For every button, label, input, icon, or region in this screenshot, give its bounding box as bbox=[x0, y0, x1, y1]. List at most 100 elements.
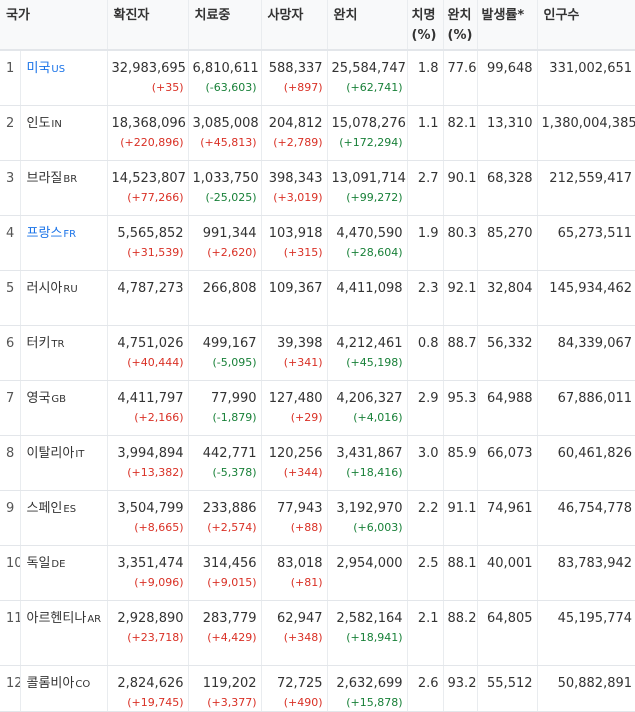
treating-delta: (+45,813) bbox=[200, 135, 257, 149]
cfr-value: 2.2 bbox=[417, 500, 439, 516]
cfr-value: 1.8 bbox=[417, 61, 439, 76]
rank-cell: 3 bbox=[0, 160, 21, 216]
treating-delta: (-63,603) bbox=[205, 81, 257, 94]
recovery-rate-cell: 92.1 bbox=[443, 270, 478, 326]
header-incidence[interactable]: 발생률* bbox=[477, 0, 538, 51]
incidence-cell: 68,328 bbox=[477, 160, 538, 216]
header-recovered[interactable]: 완치 bbox=[327, 0, 408, 51]
table-row: 12콜롬비아CO2,824,626(+19,745)119,202(+3,377… bbox=[0, 665, 635, 712]
cfr-cell: 1.1 bbox=[407, 105, 444, 161]
country-name[interactable]: 프랑스 bbox=[27, 226, 63, 241]
table-row: 9 스페인ES 3,504,799 (+8,665) 233,886 (+2,574) 77… bbox=[0, 490, 635, 546]
cfr-value: 2.5 bbox=[417, 555, 439, 571]
deaths-value: 72,725 bbox=[277, 675, 323, 691]
incidence-cell: 32,804 bbox=[477, 270, 538, 326]
population-cell: 212,559,417 bbox=[537, 160, 635, 216]
recovery-rate-cell: 95.3 bbox=[443, 380, 478, 436]
country-cell: 인도IN bbox=[20, 105, 108, 161]
recovered-delta: (+18,416) bbox=[346, 465, 403, 479]
confirmed-cell: 32,983,695 (+35) bbox=[107, 50, 189, 106]
recovered-cell: 2,632,699 (+15,878) bbox=[327, 665, 408, 712]
country-name: 독일 bbox=[26, 555, 51, 571]
header-country[interactable]: 국가 bbox=[0, 0, 108, 51]
country-name[interactable]: 미국 bbox=[27, 61, 51, 76]
rank-value: 2 bbox=[6, 115, 15, 131]
confirmed-value: 4,787,273 bbox=[117, 280, 184, 296]
population-value: 46,754,778 bbox=[557, 500, 633, 516]
country-cell: 브라질BR bbox=[20, 160, 108, 216]
recovery-rate-cell: 88.7 bbox=[443, 325, 478, 381]
country-code: RU bbox=[63, 283, 78, 295]
treating-cell: 77,990 (-1,879) bbox=[188, 380, 262, 436]
deaths-delta: (+341) bbox=[283, 355, 323, 369]
recovery-rate-cell: 85.9 bbox=[443, 435, 478, 491]
country-code: BR bbox=[63, 173, 78, 185]
population-cell: 50,882,891 bbox=[537, 665, 635, 712]
header-cfr[interactable]: 치명 (%) bbox=[407, 0, 444, 51]
treating-delta: (+2,574) bbox=[207, 520, 257, 534]
table-row: 10독일DE3,351,474(+9,096)314,456(+9,015)83… bbox=[0, 545, 635, 601]
confirmed-value: 32,983,695 bbox=[111, 61, 186, 76]
treating-value: 3,085,008 bbox=[192, 115, 259, 131]
header-population[interactable]: 인구수 bbox=[537, 0, 635, 51]
recovered-cell: 13,091,714 (+99,272) bbox=[327, 160, 408, 216]
recovery-rate-value: 82.1 bbox=[447, 115, 477, 131]
country-code: IT bbox=[75, 448, 85, 460]
deaths-delta: (+88) bbox=[290, 520, 323, 534]
treating-cell: 266,808 bbox=[188, 270, 262, 326]
confirmed-delta: (+220,896) bbox=[120, 135, 184, 149]
recovery-rate-cell: 88.1 bbox=[443, 545, 478, 601]
population-cell: 65,273,511 bbox=[537, 215, 635, 271]
cfr-cell: 2.5 bbox=[407, 545, 444, 601]
recovery-rate-cell: 93.2 bbox=[443, 665, 478, 712]
recovered-cell: 4,470,590 (+28,604) bbox=[327, 215, 408, 271]
rank-cell: 10 bbox=[0, 545, 21, 601]
recovery-rate-value: 85.9 bbox=[447, 445, 477, 461]
population-cell: 83,783,942 bbox=[537, 545, 635, 601]
recovered-delta: (+18,941) bbox=[346, 630, 403, 644]
recovery-rate-value: 92.1 bbox=[447, 280, 477, 296]
cfr-value: 1.9 bbox=[417, 225, 439, 241]
rank-value: 5 bbox=[6, 280, 15, 296]
rank-cell: 4 bbox=[0, 215, 21, 271]
country-code: DE bbox=[51, 558, 66, 570]
population-value: 45,195,774 bbox=[557, 610, 633, 626]
incidence-cell: 40,001 bbox=[477, 545, 538, 601]
treating-cell: 283,779 (+4,429) bbox=[188, 600, 262, 666]
header-deaths[interactable]: 사망자 bbox=[261, 0, 328, 51]
country-name: 아르헨티나 bbox=[26, 610, 87, 626]
header-treating[interactable]: 치료중 bbox=[188, 0, 262, 51]
deaths-delta: (+348) bbox=[283, 630, 323, 644]
treating-cell: 233,886 (+2,574) bbox=[188, 490, 262, 546]
deaths-cell: 83,018 (+81) bbox=[261, 545, 328, 601]
covid-country-table: 국가 확진자 치료중 사망자 완치 치명 (%) 완치 (%) 발생률* 인구수… bbox=[0, 0, 635, 712]
country-name: 터키 bbox=[26, 335, 51, 351]
treating-delta: (-5,095) bbox=[212, 355, 257, 369]
confirmed-value: 4,751,026 bbox=[117, 335, 184, 351]
country-name: 브라질 bbox=[26, 170, 63, 186]
header-confirmed[interactable]: 확진자 bbox=[107, 0, 189, 51]
rank-value: 8 bbox=[6, 445, 15, 461]
treating-cell: 991,344 (+2,620) bbox=[188, 215, 262, 271]
recovered-cell: 2,582,164 (+18,941) bbox=[327, 600, 408, 666]
confirmed-delta: (+40,444) bbox=[127, 355, 184, 369]
recovery-rate-value: 77.6 bbox=[447, 61, 477, 76]
recovery-rate-value: 88.2 bbox=[447, 610, 477, 626]
header-recovery-rate[interactable]: 완치 (%) bbox=[443, 0, 478, 51]
deaths-cell: 398,343 (+3,019) bbox=[261, 160, 328, 216]
country-code: CO bbox=[75, 678, 91, 690]
deaths-cell: 39,398 (+341) bbox=[261, 325, 328, 381]
country-cell[interactable]: 미국US bbox=[20, 50, 108, 106]
confirmed-cell: 14,523,807 (+77,266) bbox=[107, 160, 189, 216]
cfr-cell: 2.1 bbox=[407, 600, 444, 666]
deaths-delta: (+490) bbox=[283, 695, 323, 709]
country-cell[interactable]: 프랑스FR bbox=[20, 215, 108, 271]
population-value: 50,882,891 bbox=[557, 675, 633, 691]
country-name: 이탈리아 bbox=[26, 445, 75, 461]
recovered-value: 4,206,327 bbox=[336, 390, 403, 406]
country-name: 영국 bbox=[26, 390, 51, 406]
population-value: 1,380,004,385 bbox=[541, 115, 635, 131]
recovered-value: 15,078,276 bbox=[331, 115, 406, 131]
recovered-value: 2,632,699 bbox=[336, 675, 403, 691]
treating-value: 119,202 bbox=[202, 675, 257, 691]
